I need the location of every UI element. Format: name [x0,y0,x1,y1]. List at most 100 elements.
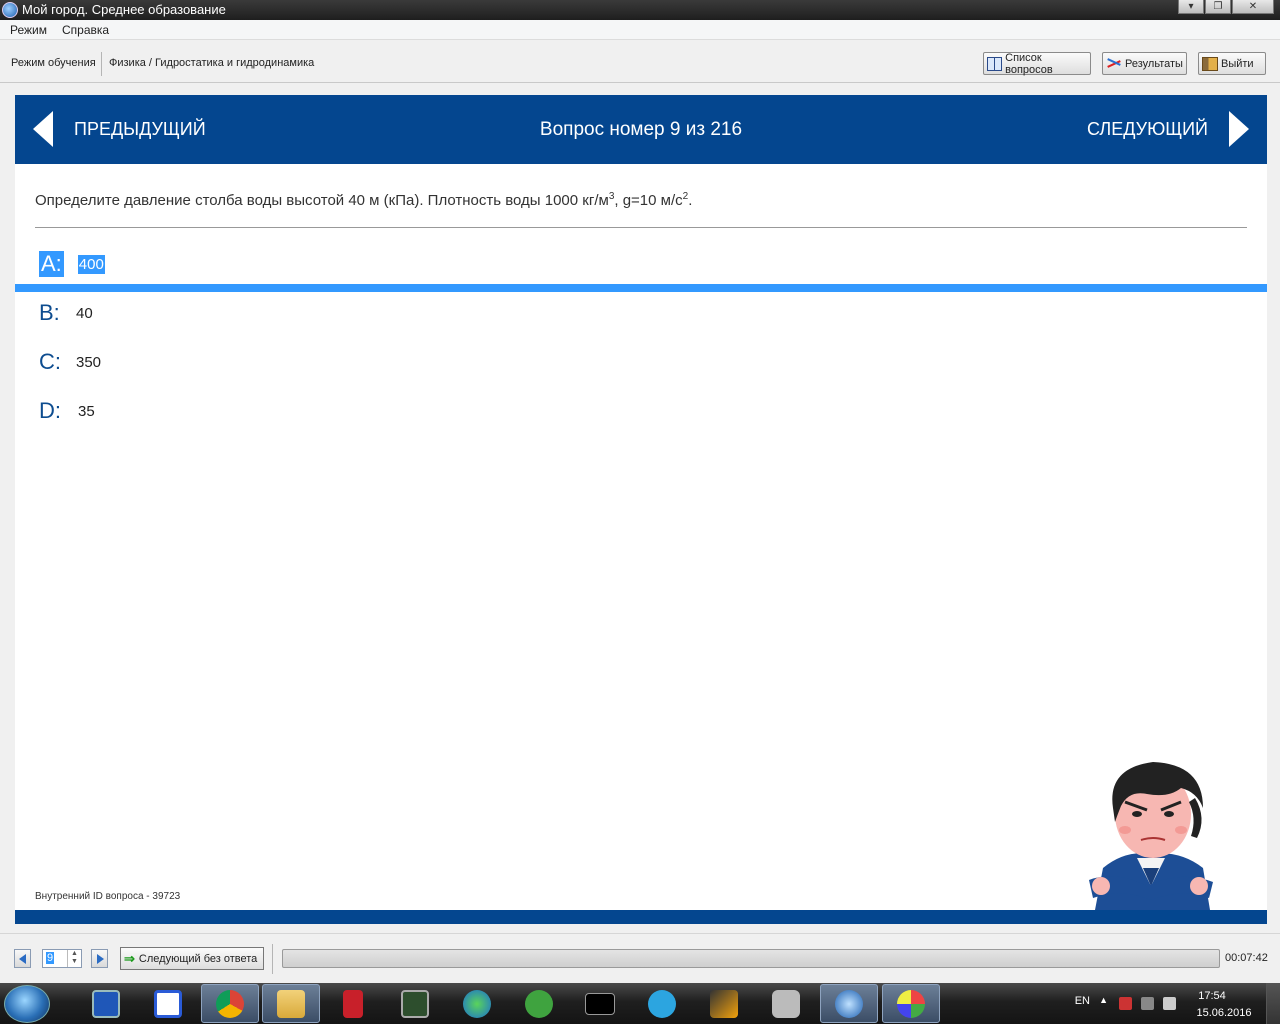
toolbar-divider [101,52,102,76]
d-app-icon [154,989,182,1018]
next-question-button[interactable]: СЛЕДУЮЩИЙ [1087,109,1249,149]
timer: 00:07:42 [1225,952,1268,964]
questions-list-button[interactable]: Список вопросов [983,51,1091,76]
restore-button[interactable]: ❐ [1205,0,1231,14]
question-divider [35,227,1247,228]
window-titlebar: Мой город. Среднее образование ▾ ❐ ✕ [0,0,1280,20]
system-tray: EN ▲ 17:54 15.06.2016 [1020,983,1280,1024]
palette-icon [897,989,925,1018]
red-book-icon [343,989,363,1018]
progress-bar [282,949,1220,968]
minimize-button[interactable]: ▾ [1178,0,1204,14]
answer-option-d[interactable]: D: 35 [39,396,95,426]
bottom-controls: 9 ▲ ▼ ⇒ Следующий без ответа 00:07:42 [0,933,1280,983]
taskbar-camera[interactable] [757,984,815,1023]
taskbar-save-app[interactable] [77,984,135,1023]
answer-value: 350 [76,353,102,371]
clock-date[interactable]: 15.06.2016 [1194,1007,1254,1019]
utorrent-icon [525,989,553,1018]
menu-item-mode[interactable]: Режим [10,23,47,37]
close-button[interactable]: ✕ [1232,0,1274,14]
mode-label: Режим обучения [11,57,96,69]
app-logo-icon [2,2,18,18]
results-button[interactable]: Результаты [1102,52,1187,75]
moy-gorod-icon [835,989,863,1018]
volume-icon[interactable] [1163,997,1176,1010]
globe-icon [463,989,491,1018]
selection-highlight-bar [15,284,1267,292]
taskbar-chrome[interactable] [201,984,259,1023]
network-icon[interactable] [1141,997,1154,1010]
answer-value: 400 [77,254,105,274]
taskbar-moy-gorod[interactable] [820,984,878,1023]
arrow-left-icon [19,954,26,964]
toolbar: Режим обучения Физика / Гидростатика и г… [0,41,1280,83]
skip-label: Следующий без ответа [138,952,258,965]
taskbar-telegram[interactable] [633,984,691,1023]
internal-question-id: Внутренний ID вопроса - 39723 [35,891,181,902]
window-controls: ▾ ❐ ✕ [1177,0,1274,14]
floppy-icon [92,989,120,1018]
question-text-part: , g=10 м/с [614,192,683,209]
terminal-icon [585,992,615,1015]
question-text: Определите давление столба воды высотой … [35,191,692,209]
step-back-button[interactable] [14,949,31,968]
arrow-right-icon [1229,111,1249,147]
windows-taskbar: EN ▲ 17:54 15.06.2016 [0,983,1280,1024]
taskbar-download-app[interactable] [448,984,506,1023]
flag-icon[interactable] [1119,997,1132,1010]
menu-bar: Режим Справка [0,20,1280,40]
answer-option-c[interactable]: C: 350 [39,347,101,377]
door-icon [1202,56,1218,71]
arrow-right-icon [97,954,104,964]
answer-value: 35 [78,402,95,420]
stepper-arrows-icon[interactable]: ▲ ▼ [67,950,81,967]
next-label: СЛЕДУЮЩИЙ [1087,118,1208,139]
results-label: Результаты [1125,57,1183,70]
taskbar-cmd[interactable] [571,984,629,1023]
lightning-icon [710,989,738,1018]
show-desktop-button[interactable] [1266,983,1280,1024]
subject-breadcrumb: Физика / Гидростатика и гидродинамика [109,57,315,69]
question-header: ПРЕДЫДУЩИЙ Вопрос номер 9 из 216 СЛЕДУЮЩ… [15,95,1267,164]
answer-option-a[interactable]: A: 400 [39,249,105,279]
language-indicator[interactable]: EN [1075,995,1090,1007]
question-content: Определите давление столба воды высотой … [15,164,1267,910]
taskbar-paint[interactable] [882,984,940,1023]
taskbar-monitor-app[interactable] [386,984,444,1023]
answer-value: 40 [76,304,93,322]
taskbar-explorer[interactable] [262,984,320,1023]
taskbar-winamp[interactable] [695,984,753,1023]
step-forward-button[interactable] [91,949,108,968]
clock-time[interactable]: 17:54 [1182,990,1242,1002]
start-button[interactable] [4,985,50,1023]
answer-letter: B: [39,300,60,325]
book-icon [987,56,1003,71]
window-title: Мой город. Среднее образование [22,2,226,17]
skip-question-button[interactable]: ⇒ Следующий без ответа [120,947,264,970]
answer-option-b[interactable]: B: 40 [39,298,93,328]
taskbar-book-app[interactable] [324,984,382,1023]
stepper-value: 9 [46,952,55,964]
answer-letter: D: [39,398,61,423]
exit-button[interactable]: Выйти [1198,52,1266,75]
answer-letter: A: [39,251,64,277]
monitor-icon [401,989,429,1018]
bottom-divider [272,944,273,974]
question-number: Вопрос номер 9 из 216 [539,119,743,140]
folder-icon [277,989,305,1018]
taskbar-utorrent[interactable] [510,984,568,1023]
answer-letter: C: [39,349,61,374]
tray-expand-icon[interactable]: ▲ [1099,995,1108,1005]
mascot-character-icon [1089,762,1213,910]
question-text-part: . [688,192,693,209]
exit-label: Выйти [1221,57,1254,70]
taskbar-d-app[interactable] [139,984,197,1023]
chart-icon [1106,57,1122,71]
chrome-icon [216,989,244,1018]
question-number-stepper[interactable]: 9 ▲ ▼ [42,949,82,968]
green-arrow-icon: ⇒ [124,950,135,966]
content-footer-band [15,910,1267,924]
menu-item-help[interactable]: Справка [62,23,109,37]
questions-list-label: Список вопросов [1005,51,1053,76]
